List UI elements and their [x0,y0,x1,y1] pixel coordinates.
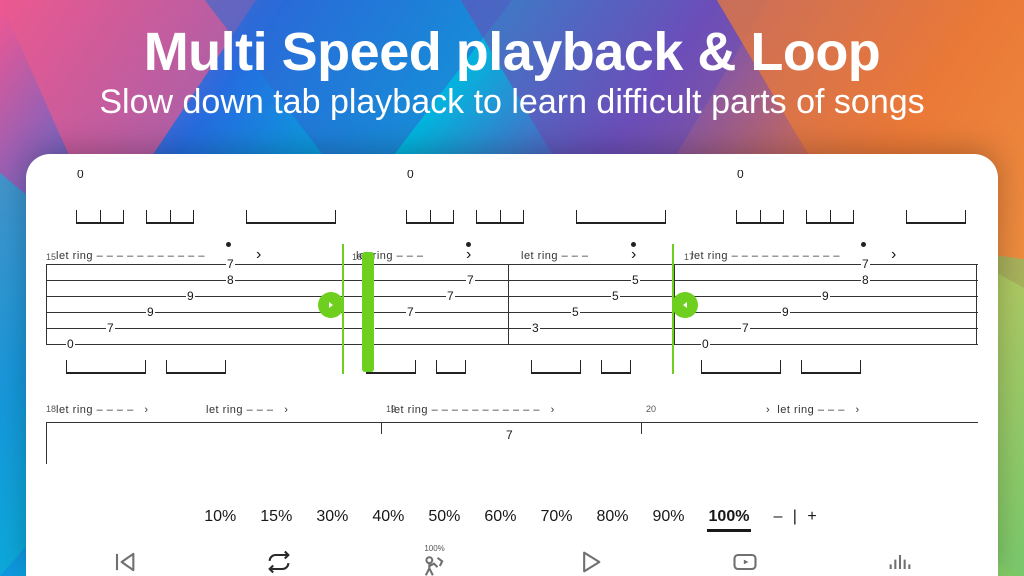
speed-button[interactable]: 100% [414,546,454,576]
staff-main: 15 let ring – – – – – – – – – – – › 0 7 … [46,264,978,344]
video-button[interactable] [725,546,765,576]
staff-lines [46,264,978,344]
speed-15[interactable]: 15% [260,508,292,532]
speed-adjust[interactable]: – | + [773,508,819,532]
tablet-frame: 0 0 0 [26,154,998,576]
headline-title: Multi Speed playback & Loop [0,24,1024,81]
playhead[interactable] [362,252,374,372]
playback-toolbar: 100% [46,538,978,576]
headline: Multi Speed playback & Loop Slow down ta… [0,24,1024,120]
speed-50[interactable]: 50% [428,508,460,532]
speed-30[interactable]: 30% [316,508,348,532]
headline-subtitle: Slow down tab playback to learn difficul… [0,85,1024,121]
speed-selector: 10% 15% 30% 40% 50% 60% 70% 80% 90% 100%… [46,500,978,538]
loop-end-handle[interactable] [672,292,698,318]
loop-button[interactable] [259,546,299,576]
speed-80[interactable]: 80% [596,508,628,532]
tablature-viewport[interactable]: 0 0 0 [46,170,978,500]
loop-start-handle[interactable] [318,292,344,318]
speed-90[interactable]: 90% [653,508,685,532]
rewind-button[interactable] [104,546,144,576]
equalizer-button[interactable] [880,546,920,576]
speed-60[interactable]: 60% [484,508,516,532]
speed-10[interactable]: 10% [204,508,236,532]
speed-40[interactable]: 40% [372,508,404,532]
play-button[interactable] [570,546,610,576]
measure-top-fragment: 0 0 0 [46,170,978,224]
staff-lower: 18 let ring – – – – › let ring – – – › 1… [46,404,978,464]
speed-100[interactable]: 100% [709,508,750,532]
speed-70[interactable]: 70% [540,508,572,532]
